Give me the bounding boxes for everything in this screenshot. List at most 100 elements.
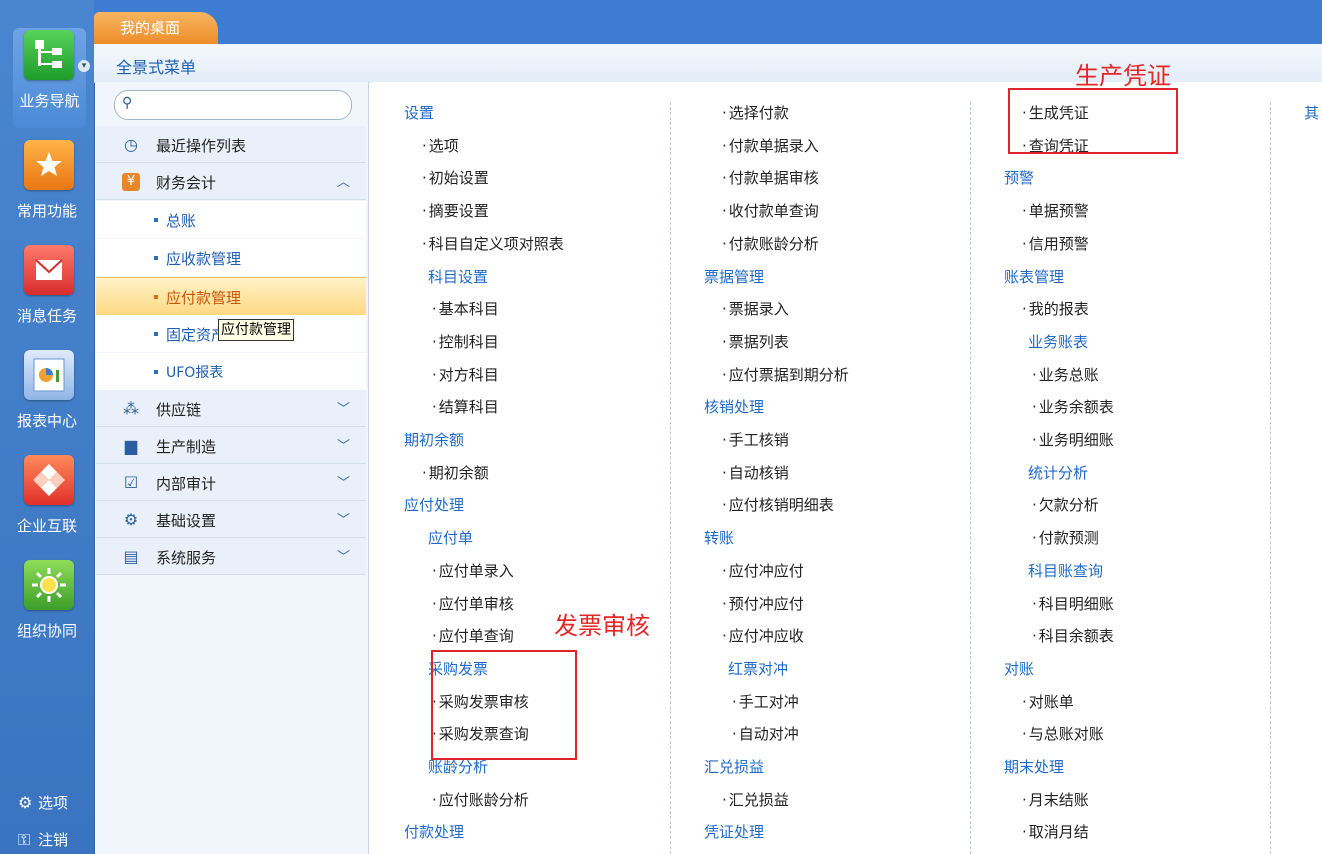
menu-link[interactable]: 科目余额表: [1032, 625, 1114, 646]
menu-group-heading[interactable]: 账表管理: [1004, 266, 1064, 287]
menu-group-heading[interactable]: 凭证处理: [704, 821, 764, 842]
checklist-icon: ☑: [123, 473, 139, 492]
menu-basic-settings[interactable]: ⚙ 基础设置 ﹀: [96, 501, 366, 538]
menu-link[interactable]: 取消月结: [1022, 821, 1089, 842]
menu-group-heading[interactable]: 应付处理: [404, 494, 464, 515]
menu-link[interactable]: 控制科目: [432, 331, 499, 352]
menu-link[interactable]: 选择付款: [722, 102, 789, 123]
menu-link[interactable]: 票据录入: [722, 298, 789, 319]
sub-ufo-reports[interactable]: UFO报表: [96, 353, 366, 390]
nav-enterprise-link[interactable]: 企业互联: [0, 453, 94, 553]
highlight-box-invoice: [431, 650, 577, 760]
menu-link[interactable]: 期初余额: [422, 462, 489, 483]
menu-label: 供应链: [156, 401, 202, 419]
menu-link[interactable]: 预付冲应付: [722, 593, 804, 614]
menu-group-heading[interactable]: 红票对冲: [728, 658, 788, 679]
chevron-down-icon[interactable]: ▾: [78, 60, 90, 72]
menu-supply-chain[interactable]: ⁂ 供应链 ﹀: [96, 390, 366, 427]
network-icon: [24, 455, 74, 505]
menu-recent-operations[interactable]: ◷ 最近操作列表: [96, 126, 366, 163]
menu-link[interactable]: 票据列表: [722, 331, 789, 352]
menu-group-heading[interactable]: 其: [1304, 102, 1319, 123]
menu-link[interactable]: 基本科目: [432, 298, 499, 319]
logout-button[interactable]: ⚿ 注销: [18, 829, 68, 850]
menu-link[interactable]: 收付款单查询: [722, 200, 819, 221]
menu-link[interactable]: 单据预警: [1022, 200, 1089, 221]
menu-internal-audit[interactable]: ☑ 内部审计 ﹀: [96, 464, 366, 501]
sub-general-ledger[interactable]: 总账: [96, 201, 366, 238]
menu-group-heading[interactable]: 汇兑损益: [704, 756, 764, 777]
tree-structure-icon: [24, 30, 74, 80]
sub-label: 总账: [166, 212, 197, 230]
menu-link[interactable]: 对账单: [1022, 691, 1074, 712]
options-button[interactable]: ⚙ 选项: [18, 792, 68, 813]
menu-link[interactable]: 付款单据录入: [722, 135, 819, 156]
menu-link[interactable]: 我的报表: [1022, 298, 1089, 319]
nav-business-navigation[interactable]: 业务导航: [13, 28, 86, 128]
menu-link[interactable]: 应付冲应付: [722, 560, 804, 581]
menu-link[interactable]: 业务余额表: [1032, 396, 1114, 417]
chevron-down-icon: ﹀: [336, 550, 350, 565]
menu-link[interactable]: 应付冲应收: [722, 625, 804, 646]
menu-link[interactable]: 对方科目: [432, 364, 499, 385]
menu-link[interactable]: 应付单审核: [432, 593, 514, 614]
menu-link[interactable]: 应付账龄分析: [432, 789, 529, 810]
menu-link[interactable]: 摘要设置: [422, 200, 489, 221]
menu-group-heading[interactable]: 统计分析: [1028, 462, 1088, 483]
menu-link[interactable]: 自动核销: [722, 462, 789, 483]
menu-manufacturing[interactable]: ▆ 生产制造 ﹀: [96, 427, 366, 464]
chevron-down-icon: ﹀: [336, 402, 350, 417]
menu-group-heading[interactable]: 科目账查询: [1028, 560, 1103, 581]
menu-link[interactable]: 手工核销: [722, 429, 789, 450]
menu-link[interactable]: 付款单据审核: [722, 167, 819, 188]
menu-group-heading[interactable]: 期末处理: [1004, 756, 1064, 777]
menu-group-heading[interactable]: 票据管理: [704, 266, 764, 287]
menu-link[interactable]: 信用预警: [1022, 233, 1089, 254]
menu-group-heading[interactable]: 设置: [404, 102, 434, 123]
menu-group-heading[interactable]: 对账: [1004, 658, 1034, 679]
menu-link[interactable]: 选项: [422, 135, 459, 156]
menu-group-heading[interactable]: 期初余额: [404, 429, 464, 450]
menu-link[interactable]: 自动对冲: [732, 723, 799, 744]
menu-group-heading[interactable]: 核销处理: [704, 396, 764, 417]
menu-group-heading[interactable]: 付款处理: [404, 821, 464, 842]
menu-link[interactable]: 欠款分析: [1032, 494, 1099, 515]
menu-link[interactable]: 月末结账: [1022, 789, 1089, 810]
menu-group-heading[interactable]: 预警: [1004, 167, 1034, 188]
nav-messages[interactable]: 消息任务: [0, 243, 94, 343]
menu-link[interactable]: 业务总账: [1032, 364, 1099, 385]
nav-favorites[interactable]: 常用功能: [0, 138, 94, 238]
menu-group-heading[interactable]: 应付单: [428, 527, 473, 548]
nav-org-collaboration[interactable]: 组织协同: [0, 558, 94, 658]
menu-link[interactable]: 付款账龄分析: [722, 233, 819, 254]
menu-link[interactable]: 应付票据到期分析: [722, 364, 849, 385]
menu-group-heading[interactable]: 业务账表: [1028, 331, 1088, 352]
bullet-icon: [154, 295, 158, 299]
menu-link[interactable]: 应付单查询: [432, 625, 514, 646]
sub-payables[interactable]: 应付款管理: [96, 277, 366, 316]
annotation-invoice-audit: 发票审核: [554, 612, 650, 640]
menu-link[interactable]: 科目自定义项对照表: [422, 233, 564, 254]
nav-label: 组织协同: [16, 622, 77, 640]
menu-link[interactable]: 业务明细账: [1032, 429, 1114, 450]
menu-link[interactable]: 与总账对账: [1022, 723, 1104, 744]
nav-report-center[interactable]: 报表中心: [0, 348, 94, 448]
menu-link[interactable]: 付款预测: [1032, 527, 1099, 548]
menu-group-heading[interactable]: 科目设置: [428, 266, 488, 287]
menu-link[interactable]: 手工对冲: [732, 691, 799, 712]
search-input[interactable]: ⚲: [114, 90, 352, 120]
tab-my-desktop[interactable]: 我的桌面: [94, 12, 218, 44]
menu-group-heading[interactable]: 转账: [704, 527, 734, 548]
sub-receivables[interactable]: 应收款管理: [96, 239, 366, 276]
sub-label: 固定资产: [166, 326, 227, 344]
menu-link[interactable]: 初始设置: [422, 167, 489, 188]
nav-label: 消息任务: [16, 307, 77, 325]
nav-label: 业务导航: [19, 92, 80, 110]
menu-link[interactable]: 汇兑损益: [722, 789, 789, 810]
menu-link[interactable]: 应付单录入: [432, 560, 514, 581]
menu-link[interactable]: 应付核销明细表: [722, 494, 834, 515]
menu-link[interactable]: 结算科目: [432, 396, 499, 417]
menu-system-services[interactable]: ▤ 系统服务 ﹀: [96, 538, 366, 575]
menu-financial-accounting[interactable]: ¥ 财务会计 ︿: [96, 163, 366, 200]
menu-link[interactable]: 科目明细账: [1032, 593, 1114, 614]
